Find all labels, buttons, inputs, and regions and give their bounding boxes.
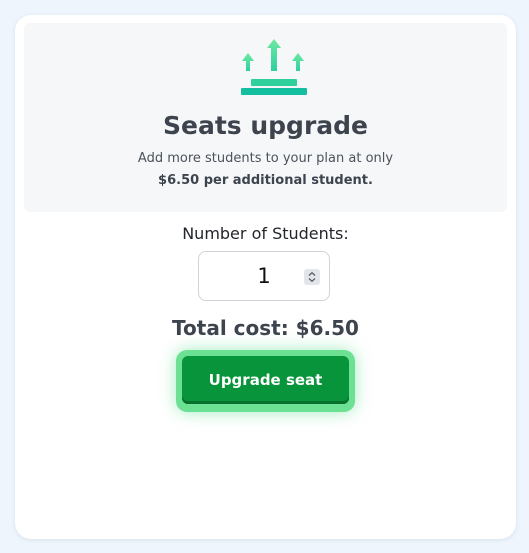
description-text: Add more students to your plan at only: [137, 151, 394, 166]
page-title: Seats upgrade: [162, 111, 368, 140]
card-header: Seats upgrade Add more students to your …: [24, 23, 507, 212]
upgrade-button-focus-ring: Upgrade seat: [176, 350, 355, 412]
quantity-stepper[interactable]: [198, 251, 330, 301]
upgrade-arrows-icon: [241, 39, 307, 95]
upgrade-card: Seats upgrade Add more students to your …: [15, 15, 516, 539]
spinner-arrows-icon[interactable]: [304, 269, 320, 285]
total-cost: Total cost: $6.50: [172, 316, 359, 340]
price-per-student: $6.50 per additional student.: [158, 173, 373, 188]
plan-description: Add more students to your plan at only $…: [24, 148, 507, 192]
students-label: Number of Students:: [182, 224, 349, 243]
upgrade-seat-button[interactable]: Upgrade seat: [182, 356, 349, 404]
